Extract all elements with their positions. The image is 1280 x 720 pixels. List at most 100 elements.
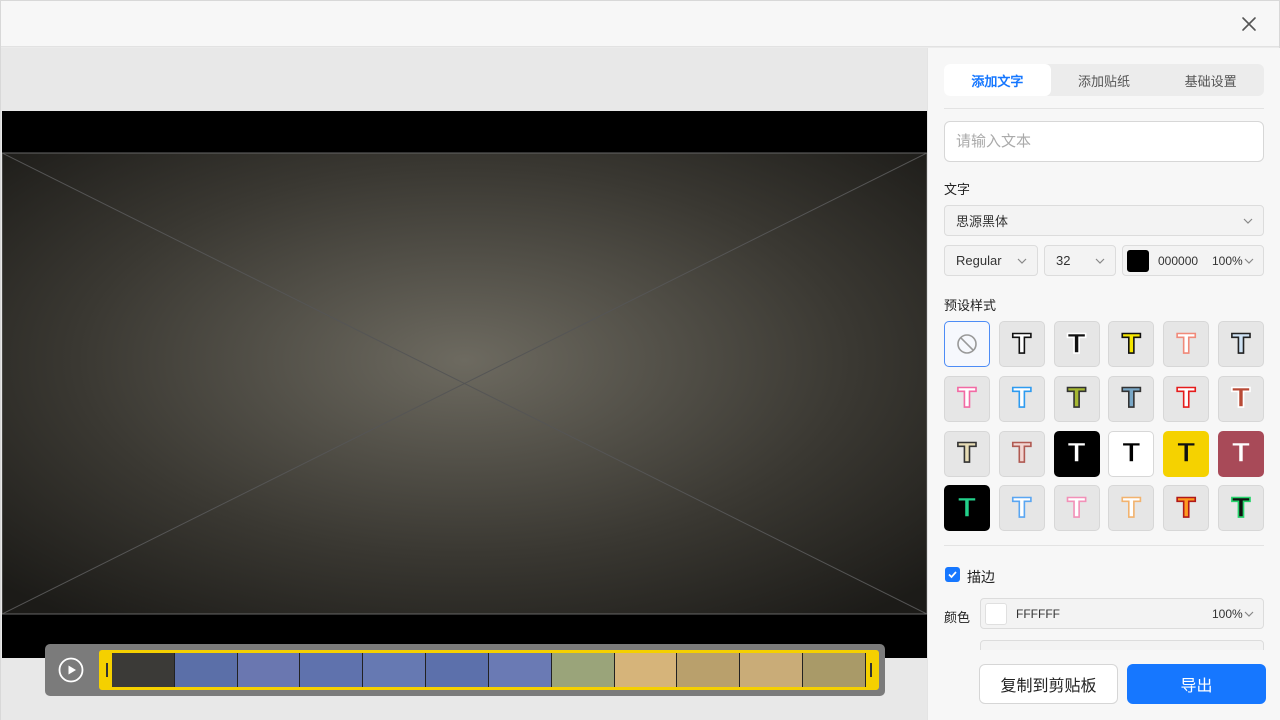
preset-style-6[interactable]: T: [944, 375, 990, 422]
stroke-label: 描边: [967, 569, 995, 585]
settings-panel: 添加文字 添加贴纸 基础设置 文字 思源黑体 Regular 32 000000…: [927, 48, 1280, 720]
tab-bar: 添加文字 添加贴纸 基础设置: [944, 64, 1264, 96]
timeline-bar: [45, 644, 885, 696]
text-style-icon: T: [1012, 383, 1032, 415]
font-weight-select[interactable]: Regular: [944, 245, 1038, 276]
preset-style-23[interactable]: T: [1217, 485, 1264, 532]
text-style-icon: T: [1012, 492, 1032, 524]
frame-thumbnail: [740, 653, 804, 687]
font-family-value: 思源黑体: [956, 214, 1009, 229]
preset-style-8[interactable]: T: [1053, 375, 1100, 422]
frame-thumbnail: [614, 653, 678, 687]
trim-handle-left[interactable]: [102, 653, 112, 687]
text-style-icon: T: [1231, 383, 1251, 415]
text-style-icon: T: [1121, 328, 1141, 360]
text-style-icon: T: [1231, 492, 1251, 524]
font-color-hex: 000000: [1158, 254, 1199, 268]
frame-thumbnail: [174, 653, 238, 687]
close-button[interactable]: [1235, 10, 1263, 38]
preset-grid: TTTTTTTTTTTTTTTTTTTTTTT: [944, 321, 1264, 532]
preset-style-9[interactable]: T: [1108, 375, 1155, 422]
text-style-icon: T: [1121, 383, 1141, 415]
text-style-icon: T: [1121, 492, 1141, 524]
tab-add-text[interactable]: 添加文字: [944, 64, 1051, 96]
text-style-icon: T: [957, 438, 977, 470]
font-weight-value: Regular: [956, 253, 1002, 268]
preset-style-17[interactable]: T: [1217, 430, 1264, 477]
preset-style-3[interactable]: T: [1108, 321, 1155, 367]
preset-style-11[interactable]: T: [1217, 375, 1264, 422]
preset-style-1[interactable]: T: [998, 321, 1045, 367]
preset-style-4[interactable]: T: [1163, 321, 1210, 367]
stroke-opacity-value[interactable]: 100%: [1212, 607, 1243, 621]
no-style-icon: [957, 334, 977, 354]
divider: [944, 545, 1264, 546]
text-style-icon: T: [1176, 438, 1196, 470]
font-opacity-value[interactable]: 100%: [1212, 254, 1243, 268]
font-size-select[interactable]: 32: [1044, 245, 1116, 276]
chevron-down-icon: [1244, 611, 1254, 617]
frame-thumbnail: [300, 653, 364, 687]
image-placeholder: [2, 111, 927, 658]
preset-style-5[interactable]: T: [1217, 321, 1264, 367]
tab-basic-settings[interactable]: 基础设置: [1157, 64, 1264, 96]
preset-style-7[interactable]: T: [998, 375, 1045, 422]
video-player: [2, 111, 927, 658]
preset-style-19[interactable]: T: [998, 485, 1045, 532]
text-style-icon: T: [1067, 438, 1087, 470]
title-bar: [1, 1, 1279, 47]
text-style-icon: T: [1012, 328, 1032, 360]
export-button[interactable]: 导出: [1127, 664, 1266, 704]
frame-thumbnail: [551, 653, 615, 687]
preset-style-12[interactable]: T: [944, 430, 990, 477]
chevron-down-icon: [1244, 258, 1254, 264]
play-icon: [58, 657, 84, 683]
frame-thumbnail: [426, 653, 489, 687]
chevron-down-icon: [1095, 258, 1105, 264]
play-button[interactable]: [57, 656, 85, 684]
preset-style-16[interactable]: T: [1163, 430, 1210, 477]
app-window: 添加文字 添加贴纸 基础设置 文字 思源黑体 Regular 32 000000…: [0, 0, 1280, 720]
text-style-icon: T: [1121, 438, 1141, 470]
close-icon: [1242, 17, 1256, 31]
stroke-color-hex: FFFFFF: [1016, 607, 1060, 621]
trim-handle-right[interactable]: [866, 653, 876, 687]
font-color-swatch[interactable]: [1127, 250, 1149, 272]
check-icon: [948, 571, 957, 579]
stroke-color-swatch[interactable]: [985, 603, 1007, 625]
preset-section-label: 预设样式: [944, 298, 997, 313]
stroke-checkbox[interactable]: [945, 567, 960, 582]
preset-style-2[interactable]: T: [1053, 321, 1100, 367]
frame-thumbnail: [677, 653, 741, 687]
preset-style-21[interactable]: T: [1108, 485, 1155, 532]
text-style-icon: T: [1176, 328, 1196, 360]
text-style-icon: T: [1176, 492, 1196, 524]
text-style-icon: T: [1067, 383, 1087, 415]
text-style-icon: T: [1012, 438, 1032, 470]
chevron-down-icon: [1243, 218, 1253, 224]
text-style-icon: T: [1067, 492, 1087, 524]
text-input[interactable]: [944, 121, 1264, 162]
preset-style-18[interactable]: T: [944, 485, 990, 532]
preset-none[interactable]: [944, 321, 990, 367]
stroke-color-picker[interactable]: FFFFFF 100%: [980, 598, 1264, 629]
preset-style-22[interactable]: T: [1163, 485, 1210, 532]
font-family-select[interactable]: 思源黑体: [944, 205, 1264, 236]
frame-strip[interactable]: [99, 650, 879, 690]
preset-style-15[interactable]: T: [1108, 430, 1155, 477]
preview-area: [1, 48, 927, 720]
frame-thumbnail: [488, 653, 552, 687]
frame-thumbnail: [363, 653, 427, 687]
text-style-icon: T: [1231, 328, 1251, 360]
text-style-icon: T: [1067, 328, 1087, 360]
copy-to-clipboard-button[interactable]: 复制到剪贴板: [979, 664, 1118, 704]
font-color-picker[interactable]: 000000 100%: [1122, 245, 1264, 276]
preset-style-13[interactable]: T: [998, 430, 1045, 477]
preset-style-20[interactable]: T: [1053, 485, 1100, 532]
divider: [944, 108, 1264, 109]
text-style-icon: T: [1176, 383, 1196, 415]
tab-add-sticker[interactable]: 添加贴纸: [1051, 64, 1158, 96]
preset-style-14[interactable]: T: [1053, 430, 1100, 477]
preset-style-10[interactable]: T: [1163, 375, 1210, 422]
text-style-icon: T: [1231, 438, 1251, 470]
